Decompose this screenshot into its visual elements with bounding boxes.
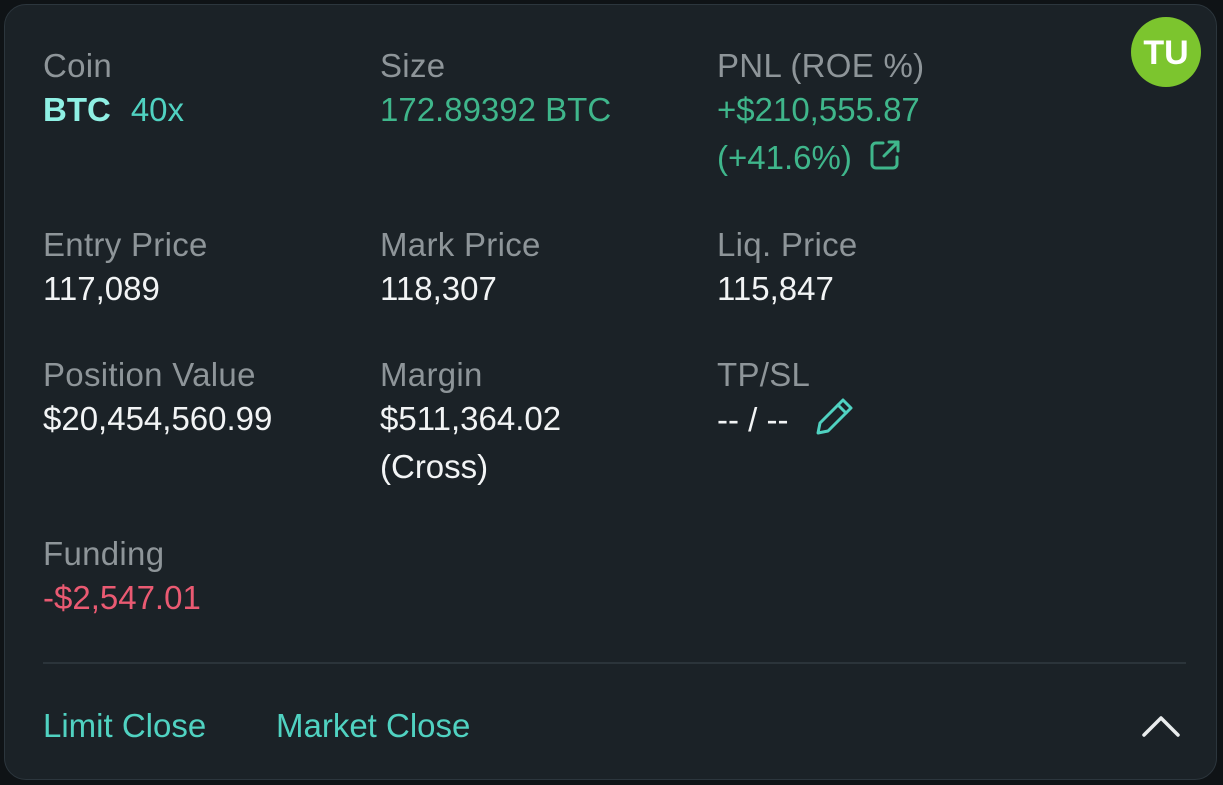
margin-value: $511,364.02 <box>380 400 562 437</box>
tpsl-field: TP/SL -- / -- <box>717 355 856 450</box>
funding-field: Funding -$2,547.01 <box>43 534 201 622</box>
divider <box>43 662 1186 664</box>
svg-text:TU: TU <box>1143 34 1188 72</box>
external-link-icon[interactable] <box>868 137 902 185</box>
size-field: Size 172.89392 BTC <box>380 46 611 134</box>
liq-price-label: Liq. Price <box>717 226 858 263</box>
mark-price-value: 118,307 <box>380 270 497 307</box>
coin-symbol: BTC <box>43 91 111 128</box>
position-value-value: $20,454,560.99 <box>43 400 273 437</box>
margin-field: Margin $511,364.02 (Cross) <box>380 355 561 491</box>
entry-price-value: 117,089 <box>43 270 160 307</box>
coin-field: Coin BTC 40x <box>43 46 184 134</box>
pencil-icon[interactable] <box>814 395 856 450</box>
funding-value: -$2,547.01 <box>43 579 201 616</box>
coin-label: Coin <box>43 47 113 84</box>
size-value: 172.89392 BTC <box>380 91 612 128</box>
tu-logo: TU <box>1131 17 1201 87</box>
position-card: Coin BTC 40x Size 172.89392 BTC PNL (ROE … <box>4 4 1217 780</box>
size-label: Size <box>380 47 446 84</box>
roe-value: (+41.6%) <box>717 139 852 176</box>
margin-label: Margin <box>380 356 483 393</box>
liq-price-value: 115,847 <box>717 270 834 307</box>
tpsl-label: TP/SL <box>717 356 811 393</box>
tpsl-row: -- / -- <box>717 395 856 450</box>
leverage-value: 40x <box>130 91 185 128</box>
coin-value: BTC 40x <box>43 86 184 134</box>
margin-mode: (Cross) <box>380 448 489 485</box>
pnl-field: PNL (ROE %) +$210,555.87 (+41.6%) <box>717 46 924 185</box>
liq-price-field: Liq. Price 115,847 <box>717 225 858 313</box>
entry-price-field: Entry Price 117,089 <box>43 225 208 313</box>
pnl-label: PNL (ROE %) <box>717 47 925 84</box>
roe-row: (+41.6%) <box>717 134 924 185</box>
chevron-up-icon[interactable] <box>1138 705 1184 745</box>
market-close-button[interactable]: Market Close <box>276 702 470 750</box>
tpsl-value: -- / -- <box>717 401 789 438</box>
entry-price-label: Entry Price <box>43 226 208 263</box>
limit-close-button[interactable]: Limit Close <box>43 702 206 750</box>
mark-price-label: Mark Price <box>380 226 541 263</box>
mark-price-field: Mark Price 118,307 <box>380 225 541 313</box>
position-value-field: Position Value $20,454,560.99 <box>43 355 272 443</box>
position-value-label: Position Value <box>43 356 256 393</box>
funding-label: Funding <box>43 535 165 572</box>
pnl-value: +$210,555.87 <box>717 91 920 128</box>
